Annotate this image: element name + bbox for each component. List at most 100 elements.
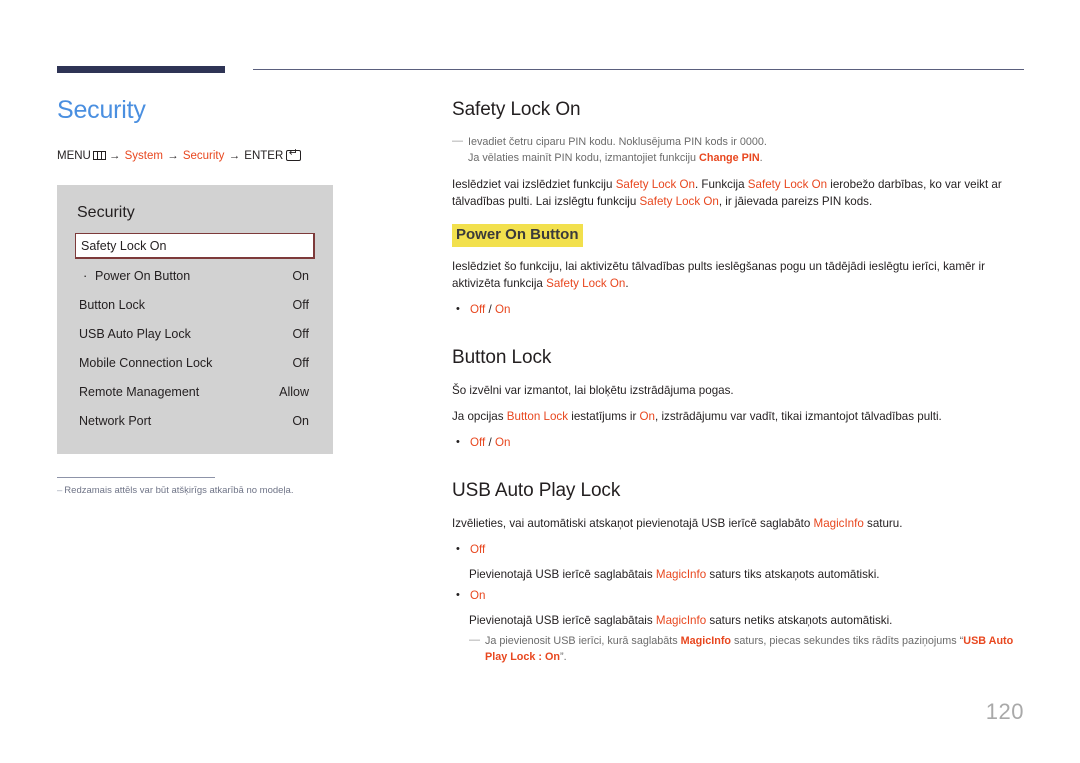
osd-label: Mobile Connection Lock [79, 356, 213, 370]
breadcrumb-item-security[interactable]: Security [183, 150, 225, 162]
text-part: saturs netiks atskaņots automātiski. [706, 614, 893, 627]
option-on[interactable]: On [495, 303, 510, 316]
left-column: Security MENU → System → Security → ENTER… [57, 95, 417, 497]
breadcrumb-menu-label: MENU [57, 150, 91, 162]
figure-note: – Redzamais attēls var būt atšķirīgs atka… [57, 477, 293, 497]
osd-label: Network Port [79, 414, 152, 428]
accent-magicinfo: MagicInfo [655, 568, 707, 581]
paragraph-power-on-button-description: Ieslēdziet šo funkciju, lai aktivizētu t… [452, 258, 1028, 292]
list-item: • On [456, 587, 1028, 604]
option-off[interactable]: Off [470, 543, 485, 556]
accent-safety-lock-on-3: Safety Lock On [639, 195, 719, 208]
osd-row-remote-management[interactable]: Remote Management Allow [75, 378, 315, 407]
option-separator: / [485, 303, 495, 316]
osd-value: Off [292, 356, 309, 370]
accent-magicinfo: MagicInfo [655, 614, 707, 627]
osd-value: On [292, 269, 309, 283]
option-off[interactable]: Off [470, 303, 485, 316]
accent-safety-lock-on-1: Safety Lock On [615, 178, 695, 191]
osd-label: Button Lock [79, 298, 146, 312]
osd-row-button-lock[interactable]: Button Lock Off [75, 291, 315, 320]
accent-magicinfo: MagicInfo [680, 635, 732, 647]
text-part: . [625, 277, 629, 290]
option-off-description: Pievienotajā USB ierīcē saglabātais Magi… [452, 566, 1028, 583]
osd-row-power-on-button[interactable]: Power On Button On [75, 261, 315, 291]
header-rule-thick [57, 66, 225, 73]
text-part: Ja pievienosit USB ierīci, kurā saglabāt… [485, 635, 681, 647]
osd-row-mobile-connection-lock[interactable]: Mobile Connection Lock Off [75, 349, 315, 378]
page-number: 120 [985, 699, 1024, 724]
text-part: Izvēlieties, vai automātiski atskaņot pi… [452, 517, 814, 530]
list-item: • Off / On [456, 434, 1028, 451]
section-heading-button-lock: Button Lock [452, 347, 552, 368]
osd-menu-panel: Security Safety Lock On Power On Button … [57, 185, 333, 454]
note-line-2-pre: Ja vēlaties mainīt PIN kodu, izmantojiet… [468, 152, 700, 164]
note-line-2-post: . [759, 152, 763, 164]
paragraph-button-lock-1: Šo izvēlni var izmantot, lai bloķētu izs… [452, 384, 734, 397]
accent-safety-lock-on: Safety Lock On [546, 277, 626, 290]
text-part: . Funkcija [694, 178, 748, 191]
page-title: Security [57, 96, 146, 124]
header-rules [57, 66, 1024, 76]
osd-label: USB Auto Play Lock [79, 327, 191, 341]
breadcrumb-enter-label: ENTER [244, 150, 284, 162]
breadcrumb: MENU → System → Security → ENTER [57, 148, 417, 163]
figure-note-body: Redzamais attēls var būt atšķirīgs atkar… [64, 485, 294, 496]
paragraph-usb-auto-play-lock-description: Izvēlieties, vai automātiski atskaņot pi… [452, 515, 1028, 532]
figure-note-text: – Redzamais attēls var būt atšķirīgs atka… [57, 484, 293, 497]
option-off[interactable]: Off [470, 436, 485, 449]
text-part: Pievienotajā USB ierīcē saglabātais [469, 614, 656, 627]
text-part: iestatījums ir [568, 410, 640, 423]
accent-magicinfo: MagicInfo [813, 517, 864, 530]
bullet-dot-icon: • [456, 303, 460, 315]
header-rule-thin [253, 69, 1024, 70]
text-part: saturu. [863, 517, 903, 530]
option-on[interactable]: On [495, 436, 510, 449]
breadcrumb-arrow-1: → [108, 150, 121, 162]
note-line-1: Ievadiet četru ciparu PIN kodu. Noklusēj… [468, 136, 767, 148]
text-part: , izstrādājumu var vadīt, tikai izmantoj… [655, 410, 942, 423]
osd-value: Off [292, 298, 309, 312]
breadcrumb-arrow-3: → [228, 150, 241, 162]
note-safety-lock-pin: — Ievadiet četru ciparu PIN kodu. Noklusē… [452, 134, 1028, 166]
osd-row-safety-lock-on[interactable]: Safety Lock On [75, 233, 315, 259]
text-part: saturs tiks atskaņots automātiski. [706, 568, 880, 581]
note-dash-icon: — [452, 135, 463, 147]
note-link-change-pin[interactable]: Change PIN [699, 152, 760, 164]
list-item: • Off / On [456, 301, 1028, 318]
text-part: Pievienotajā USB ierīcē saglabātais [469, 568, 656, 581]
list-item: • Off [456, 541, 1028, 558]
text-part: ”. [560, 651, 567, 663]
osd-label: Power On Button [79, 261, 190, 291]
accent-button-lock: Button Lock [506, 410, 569, 423]
option-separator: / [485, 436, 495, 449]
section-heading-usb-auto-play-lock: USB Auto Play Lock [452, 480, 621, 501]
bullet-dot-icon: • [456, 436, 460, 448]
bullet-list-power-on-button: • Off / On [452, 301, 1028, 318]
osd-menu-title: Security [77, 204, 135, 221]
text-part: Ieslēdziet šo funkciju, lai aktivizētu t… [452, 260, 985, 290]
breadcrumb-arrow-2: → [167, 150, 179, 162]
osd-row-usb-auto-play-lock[interactable]: USB Auto Play Lock Off [75, 320, 315, 349]
osd-row-network-port[interactable]: Network Port On [75, 407, 315, 436]
section-heading-power-on-button: Power On Button [452, 224, 583, 247]
text-part: , ir jāievada pareizs PIN kods. [718, 195, 873, 208]
accent-safety-lock-on-2: Safety Lock On [747, 178, 828, 191]
option-on[interactable]: On [470, 589, 485, 602]
text-part: Ieslēdziet vai izslēdziet funkciju [452, 178, 616, 191]
note-dash-icon: — [469, 634, 480, 646]
paragraph-button-lock-2: Ja opcijas Button Lock iestatījums ir On… [452, 408, 1028, 425]
menu-grid-icon [92, 151, 106, 160]
osd-label: Remote Management [79, 385, 200, 399]
section-heading-safety-lock-on: Safety Lock On [452, 99, 581, 120]
text-part: Ja opcijas [452, 410, 507, 423]
bullet-list-usb-auto-play-lock-on: • On [452, 587, 1028, 604]
accent-on: On [639, 410, 655, 423]
bullet-list-button-lock: • Off / On [452, 434, 1028, 451]
osd-value: Allow [279, 385, 309, 399]
breadcrumb-item-system[interactable]: System [125, 150, 163, 162]
osd-label: Safety Lock On [81, 238, 167, 253]
paragraph-safety-lock-description: Ieslēdziet vai izslēdziet funkciju Safet… [452, 176, 1028, 210]
bullet-dot-icon: • [456, 589, 460, 601]
enter-return-icon [286, 148, 302, 161]
